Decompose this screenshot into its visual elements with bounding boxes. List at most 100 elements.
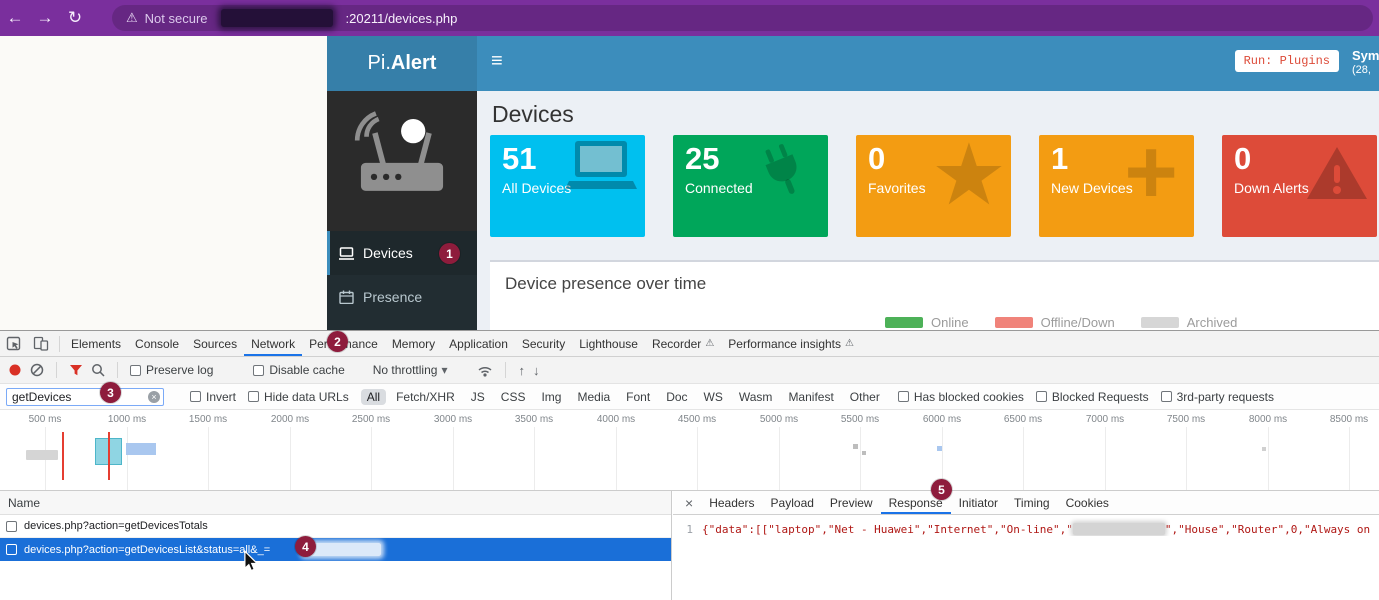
close-icon[interactable]: × [677,491,701,514]
laptop-icon [565,139,637,200]
has-blocked-cookies-checkbox[interactable]: Has blocked cookies [898,390,1024,404]
timeline-tick-label: 3500 ms [515,414,553,425]
disable-cache-checkbox[interactable]: Disable cache [253,363,344,377]
filter-pill-manifest[interactable]: Manifest [782,389,839,405]
checkbox-label: Preserve log [146,363,213,377]
checkbox[interactable] [248,391,259,402]
checkbox[interactable] [1036,391,1047,402]
search-icon[interactable] [91,363,105,377]
card-favorites[interactable]: 0 Favorites ★ [856,135,1011,237]
sidebar-item-presence[interactable]: Presence [327,275,477,319]
forward-icon[interactable]: → [30,8,60,28]
filter-pill-doc[interactable]: Doc [660,389,693,405]
filter-input[interactable] [6,388,164,406]
tab-lighthouse[interactable]: Lighthouse [572,331,645,356]
browser-toolbar: ← → ↻ ⚠ Not secure :20211/devices.php [0,0,1379,36]
inspect-element-icon[interactable] [0,331,27,356]
reload-icon[interactable]: ↻ [60,8,90,28]
tab-label: Sources [193,337,237,351]
url-text: :20211/devices.php [346,11,458,26]
tab-timing[interactable]: Timing [1006,491,1058,514]
tab-label: Recorder [652,337,701,351]
divider [56,362,57,378]
tab-application[interactable]: Application [442,331,515,356]
filter-pill-img[interactable]: Img [535,389,567,405]
card-new-devices[interactable]: 1 New Devices + [1039,135,1194,237]
record-icon[interactable] [8,363,22,377]
tab-security[interactable]: Security [515,331,572,356]
timeline-tick-label: 2500 ms [352,414,390,425]
filter-pill-js[interactable]: JS [465,389,491,405]
response-body-line[interactable]: 1 {"data":[["laptop","Net - Huawei","Int… [673,515,1379,536]
experiment-warning-icon: ⚠ [705,338,714,349]
run-plugins-button[interactable]: Run: Plugins [1235,50,1339,72]
tab-label: Performance insights [728,337,841,351]
filter-pill-other[interactable]: Other [844,389,886,405]
export-har-icon[interactable]: ↓ [533,363,540,378]
hide-data-urls-checkbox[interactable]: Hide data URLs [248,390,349,404]
tab-payload[interactable]: Payload [763,491,822,514]
tab-network[interactable]: Network [244,331,302,356]
tab-initiator[interactable]: Initiator [951,491,1006,514]
network-overview-timeline[interactable]: 500 ms 1000 ms 1500 ms 2000 ms 2500 ms 3… [0,410,1379,491]
checkbox[interactable] [190,391,201,402]
divider [505,362,506,378]
device-toolbar-icon[interactable] [27,331,55,356]
tab-cookies[interactable]: Cookies [1058,491,1117,514]
filter-pill-fetch-xhr[interactable]: Fetch/XHR [390,389,461,405]
checkbox[interactable] [130,365,141,376]
checkbox[interactable] [898,391,909,402]
annotation-badge-2: 2 [327,331,348,352]
clear-icon[interactable] [30,363,44,377]
checkbox[interactable] [6,544,17,555]
filter-pill-css[interactable]: CSS [495,389,532,405]
address-bar[interactable]: ⚠ Not secure :20211/devices.php [112,5,1373,31]
tab-preview[interactable]: Preview [822,491,881,514]
filter-pill-media[interactable]: Media [571,389,616,405]
request-name: devices.php?action=getDevicesList&status… [24,544,270,556]
third-party-requests-checkbox[interactable]: 3rd-party requests [1161,390,1274,404]
filter-pill-wasm[interactable]: Wasm [733,389,779,405]
tab-memory[interactable]: Memory [385,331,442,356]
timeline-tick-label: 7000 ms [1086,414,1124,425]
preserve-log-checkbox[interactable]: Preserve log [130,363,213,377]
request-name: devices.php?action=getDevicesTotals [24,520,208,532]
inspector-tab-bar: × Headers Payload Preview Response Initi… [673,491,1379,515]
filter-pill-font[interactable]: Font [620,389,656,405]
clear-filter-icon[interactable]: × [148,391,160,403]
checkbox[interactable] [253,365,264,376]
request-row-selected[interactable]: devices.php?action=getDevicesList&status… [0,538,671,561]
checkbox[interactable] [6,521,17,532]
tab-console[interactable]: Console [128,331,186,356]
network-conditions-wifi-icon[interactable] [477,363,493,377]
requests-name-column-header[interactable]: Name [0,491,671,515]
app-main-content: Devices 51 All Devices 25 Connected [477,91,1379,330]
tab-elements[interactable]: Elements [64,331,128,356]
app-logo[interactable]: Pi.Alert [327,36,477,91]
navbar-user-info[interactable]: Sym (28, [1352,48,1379,78]
timeline-activity-mark [1262,447,1266,451]
card-down-alerts[interactable]: 0 Down Alerts [1222,135,1377,237]
annotation-badge-1: 1 [439,243,460,264]
network-detail-split: Name devices.php?action=getDevicesTotals… [0,491,1379,600]
tab-recorder[interactable]: Recorder ⚠ [645,331,721,356]
annotation-badge-4: 4 [295,536,316,557]
card-all-devices[interactable]: 51 All Devices [490,135,645,237]
tab-label: Lighthouse [579,337,638,351]
hamburger-menu-icon[interactable]: ≡ [491,50,503,73]
card-connected[interactable]: 25 Connected [673,135,828,237]
blocked-requests-checkbox[interactable]: Blocked Requests [1036,390,1149,404]
request-row[interactable]: devices.php?action=getDevicesTotals [0,515,671,538]
tab-sources[interactable]: Sources [186,331,244,356]
throttling-dropdown[interactable]: No throttling ▾ [373,363,448,377]
filter-pill-all[interactable]: All [361,389,386,405]
checkbox[interactable] [1161,391,1172,402]
back-icon[interactable]: ← [0,8,30,28]
mouse-cursor [243,550,259,577]
import-har-icon[interactable]: ↑ [518,363,525,378]
tab-headers[interactable]: Headers [701,491,762,514]
filter-pill-ws[interactable]: WS [698,389,729,405]
filter-funnel-icon[interactable] [69,364,83,377]
invert-checkbox[interactable]: Invert [190,390,236,404]
tab-performance-insights[interactable]: Performance insights⚠ [721,331,861,356]
